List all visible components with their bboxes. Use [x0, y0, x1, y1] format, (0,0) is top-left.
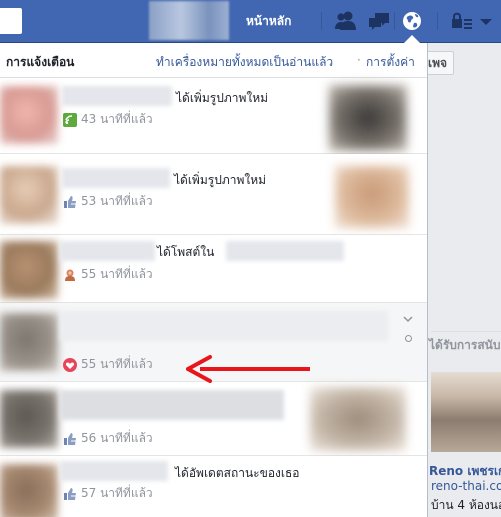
notification-time: 55 นาทีที่แล้ว — [81, 267, 153, 281]
post-thumbnail-blurred — [335, 166, 409, 228]
group-name-blurred — [226, 241, 344, 261]
friends-icon[interactable] — [333, 9, 359, 33]
profile-avatar-blurred[interactable] — [149, 1, 229, 40]
messages-icon[interactable] — [366, 9, 392, 33]
ad-image[interactable] — [431, 372, 501, 452]
dropdown-notch — [404, 35, 420, 43]
profile-picture-blurred — [0, 390, 58, 448]
notification-message: ได้เพิ่มรูปภาพใหม่ — [176, 91, 269, 105]
user-name-blurred — [60, 461, 168, 481]
nav-separator — [394, 12, 395, 30]
notification-item[interactable]: 56 นาทีที่แล้ว — [0, 382, 427, 456]
top-navigation-bar: หน้าหลัก — [0, 0, 501, 43]
panel-title: การแจ้งเตือน — [6, 55, 75, 69]
notification-message: ได้โพสต์ใน — [157, 245, 215, 259]
mark-as-read-dot[interactable] — [405, 335, 412, 342]
notification-item[interactable]: ได้โพสต์ใน 55 นาทีที่แล้ว — [0, 235, 427, 303]
notification-time: 53 นาทีที่แล้ว — [81, 194, 153, 208]
notification-time: 56 นาทีที่แล้ว — [81, 431, 153, 445]
post-thumbnail-blurred — [329, 85, 407, 151]
nav-separator — [321, 12, 322, 30]
search-box-edge[interactable] — [0, 8, 22, 34]
notification-meta: 43 นาทีที่แล้ว — [63, 110, 153, 129]
notification-time: 57 นาทีที่แล้ว — [81, 486, 153, 500]
menu-arrow-icon[interactable] — [476, 9, 496, 33]
ad-domain[interactable]: reno-thai.com — [431, 479, 501, 493]
notification-meta: 57 นาทีที่แล้ว — [63, 484, 153, 503]
profile-picture-blurred — [0, 241, 58, 299]
user-name-blurred — [60, 241, 155, 261]
chevron-down-icon[interactable] — [401, 311, 415, 325]
notification-meta: 55 นาทีที่แล้ว — [63, 265, 153, 284]
notification-meta: 53 นาทีที่แล้ว — [63, 192, 153, 211]
like-thumb-icon — [63, 432, 77, 446]
divider — [431, 331, 501, 332]
notification-item[interactable]: ได้เพิ่มรูปภาพใหม่ 43 นาทีที่แล้ว — [0, 78, 427, 154]
user-name-blurred — [62, 168, 170, 188]
notification-settings-link[interactable]: การตั้งค่า — [366, 53, 415, 72]
user-name-blurred — [62, 86, 172, 106]
notification-meta: 56 นาทีที่แล้ว — [63, 429, 153, 448]
privacy-lock-icon[interactable] — [448, 9, 474, 33]
notification-time: 43 นาทีที่แล้ว — [81, 112, 153, 126]
notification-item[interactable]: ได้อัพเดตสถานะของเธอ 57 นาทีที่แล้ว — [0, 456, 427, 517]
notification-item[interactable]: ได้เพิ่มรูปภาพใหม่ 53 นาทีที่แล้ว — [0, 154, 427, 235]
home-link[interactable]: หน้าหลัก — [246, 12, 291, 31]
message-text-blurred — [60, 390, 284, 420]
mark-all-read-link[interactable]: ทำเครื่องหมายทั้งหมดเป็นอ่านแล้ว — [156, 53, 333, 72]
like-thumb-icon — [63, 195, 77, 209]
globe-notifications-icon[interactable] — [397, 6, 427, 36]
notifications-dropdown: การแจ้งเตือน ทำเครื่องหมายทั้งหมดเป็นอ่า… — [0, 43, 428, 517]
profile-picture-blurred — [0, 166, 58, 224]
ad-description: บ้าน 4 ห้องนอน — [431, 498, 501, 512]
sponsored-label: ได้รับการสนับสนุน — [429, 338, 501, 352]
notification-message: ได้อัพเดตสถานะของเธอ — [175, 466, 300, 480]
post-thumbnail-blurred — [310, 387, 406, 451]
heart-love-icon — [63, 357, 77, 372]
notification-time: 55 นาทีที่แล้ว — [81, 357, 153, 371]
profile-picture-blurred — [0, 464, 58, 517]
group-icon — [63, 268, 77, 282]
message-text-blurred — [60, 311, 388, 341]
notification-meta: 55 นาทีที่แล้ว — [63, 355, 153, 374]
photo-album-icon — [63, 112, 77, 127]
nav-separator — [437, 12, 438, 30]
link-separator: · — [357, 53, 361, 67]
profile-picture-blurred — [0, 313, 58, 371]
profile-picture-blurred — [0, 86, 58, 144]
red-annotation-arrow — [186, 355, 310, 383]
notification-message: ได้เพิ่มรูปภาพใหม่ — [174, 173, 267, 187]
like-thumb-icon — [63, 487, 77, 501]
notifications-header: การแจ้งเตือน ทำเครื่องหมายทั้งหมดเป็นอ่า… — [0, 43, 427, 78]
